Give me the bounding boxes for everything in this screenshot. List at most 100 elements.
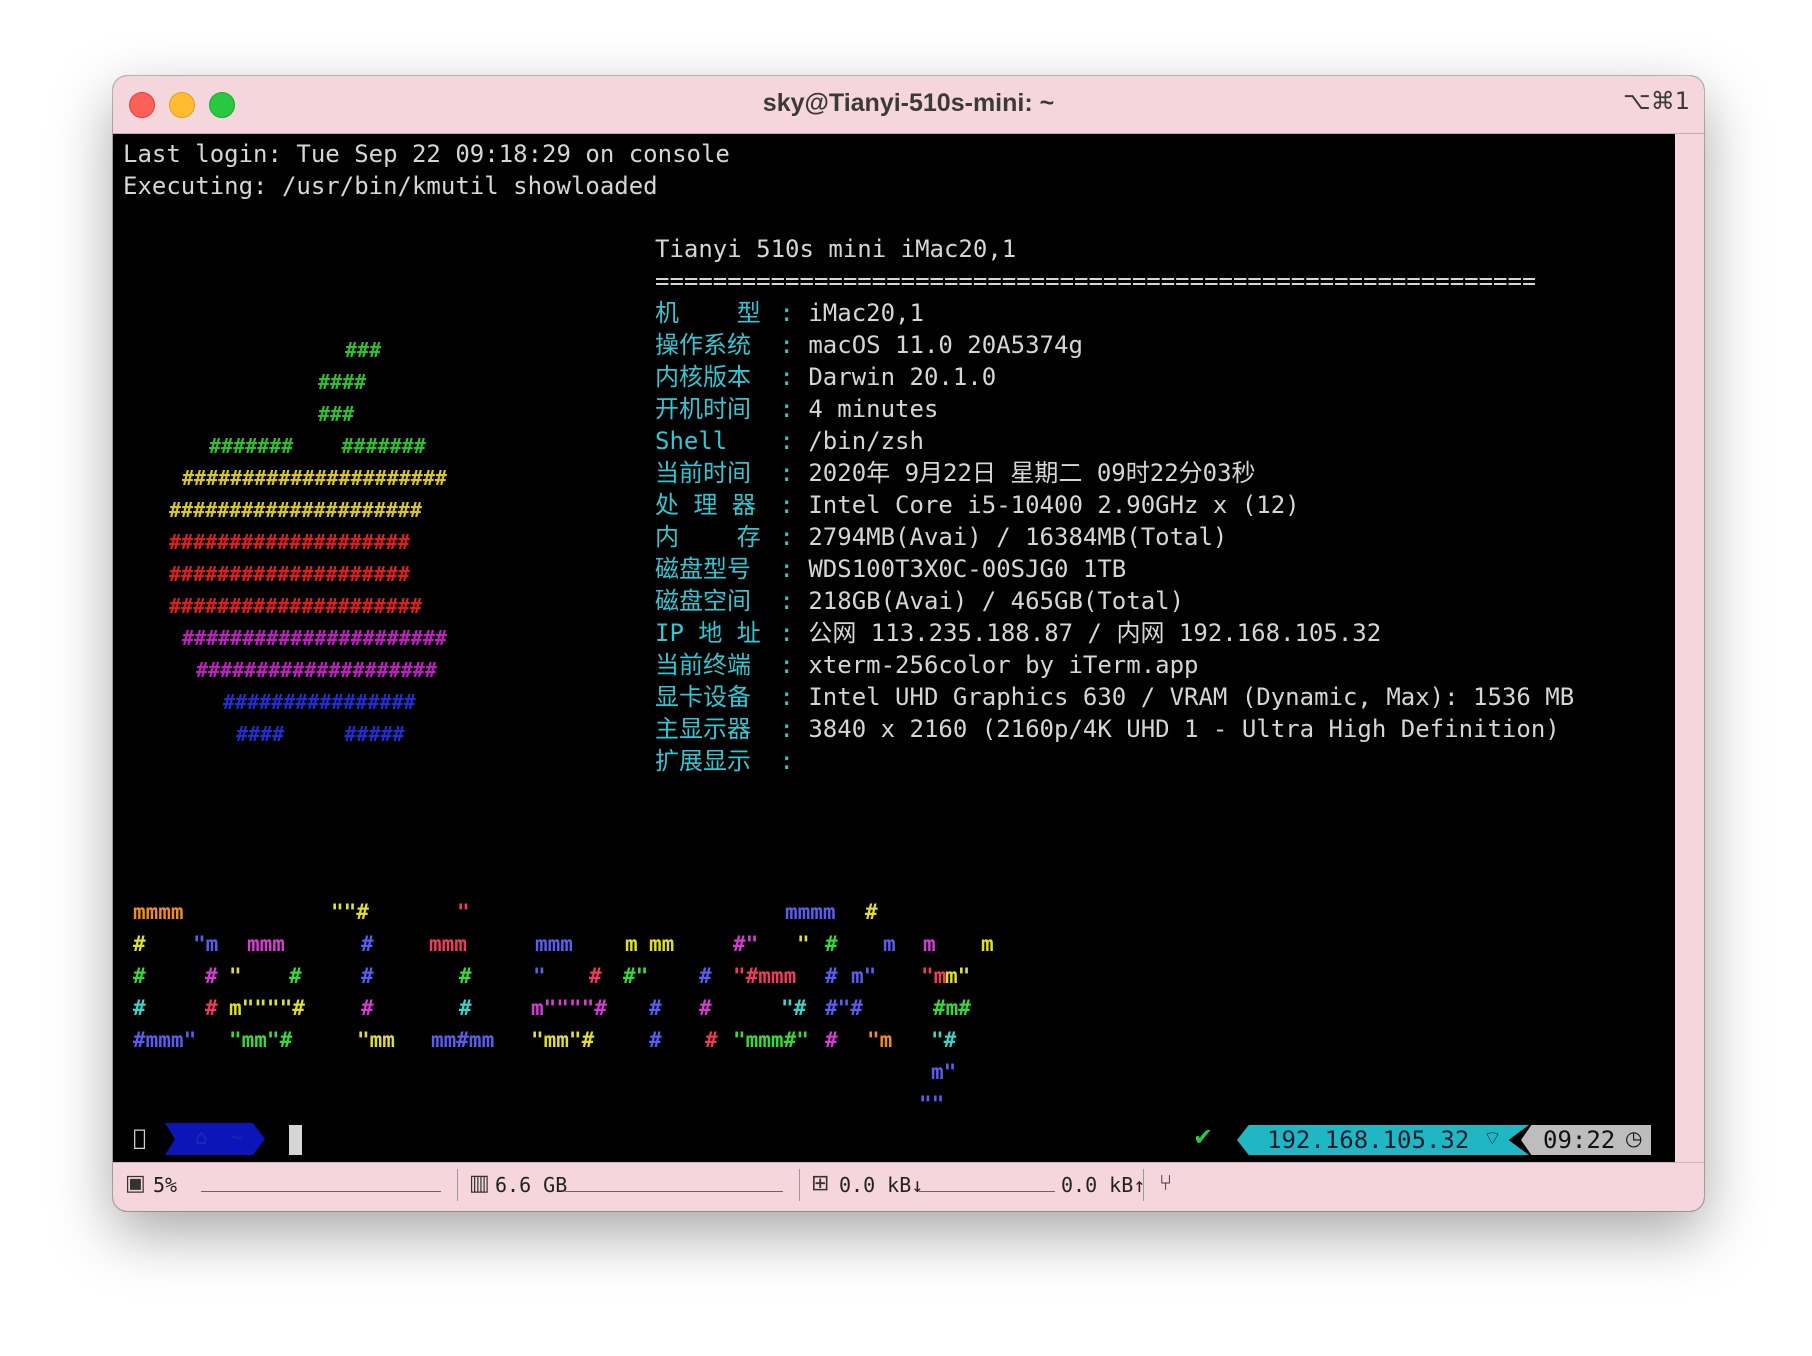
- banner-glyph: m": [945, 964, 971, 988]
- apple-logo-row: #### #####: [236, 722, 405, 746]
- banner-glyph: #: [361, 964, 374, 988]
- banner-glyph: #: [825, 932, 838, 956]
- banner-glyph: m: [923, 932, 936, 956]
- scrollbar[interactable]: [1675, 134, 1704, 1170]
- banner-glyph: #: [865, 900, 878, 924]
- net-down: 0.0 kB↓: [839, 1173, 924, 1197]
- sysinfo-value: 公网 113.235.188.87 / 内网 192.168.105.32: [793, 619, 1382, 647]
- text-cursor[interactable]: [289, 1125, 302, 1155]
- banner-glyph: "#: [931, 1028, 957, 1052]
- sysinfo-key: 机 型: [655, 299, 761, 327]
- banner-glyph: "mmm#": [733, 1028, 809, 1052]
- sysinfo-value: /bin/zsh: [793, 427, 924, 455]
- sysinfo-separator: :: [779, 651, 794, 679]
- house-icon: ⌂: [195, 1125, 208, 1149]
- banner-glyph: ""#: [331, 900, 369, 924]
- sysinfo-row: 磁盘型号 : WDS100T3X0C-00SJG0 1TB: [655, 553, 1574, 585]
- banner-glyph: #: [649, 996, 662, 1020]
- sysinfo-key: 当前终端: [655, 651, 751, 679]
- sysinfo-row: 扩展显示 :: [655, 745, 1574, 777]
- banner-glyph: "m: [921, 964, 947, 988]
- banner-glyph: #: [825, 964, 838, 988]
- banner-glyph: #: [705, 1028, 718, 1052]
- sysinfo-key: 显卡设备: [655, 683, 751, 711]
- terminal-line-executing: Executing: /usr/bin/kmutil showloaded: [123, 172, 658, 200]
- banner-glyph: #: [205, 964, 218, 988]
- checkmark-icon: ✔: [1193, 1123, 1214, 1151]
- sysinfo-value: macOS 11.0 20A5374g: [793, 331, 1083, 359]
- sysinfo-key: 磁盘空间: [655, 587, 751, 615]
- banner-glyph: "m: [193, 932, 219, 956]
- window-title: sky@Tianyi-510s-mini: ~: [762, 89, 1055, 117]
- sysinfo-value: 3840 x 2160 (2160p/4K UHD 1 - Ultra High…: [793, 715, 1560, 743]
- sysinfo-key: 扩展显示: [655, 747, 751, 775]
- sysinfo-value: [794, 747, 808, 775]
- sysinfo-value: 2020年 9月22日 星期二 09时22分03秒: [793, 459, 1256, 487]
- sysinfo-value: Darwin 20.1.0: [793, 363, 997, 391]
- banner-glyph: "#: [781, 996, 807, 1020]
- banner-glyph: mm: [649, 932, 675, 956]
- banner-glyph: m""""#: [531, 996, 607, 1020]
- cpu-usage: 5%: [153, 1173, 178, 1197]
- sysinfo-separator: :: [779, 459, 794, 487]
- sysinfo-key: IP 地 址: [655, 619, 761, 647]
- sysinfo-row: 显卡设备 : Intel UHD Graphics 630 / VRAM (Dy…: [655, 681, 1574, 713]
- banner-glyph: "mm: [357, 1028, 395, 1052]
- sysinfo-row: IP 地 址 : 公网 113.235.188.87 / 内网 192.168.…: [655, 617, 1574, 649]
- banner-glyph: #: [649, 1028, 662, 1052]
- sysinfo-row: 磁盘空间 : 218GB(Avai) / 465GB(Total): [655, 585, 1574, 617]
- banner-glyph: #: [699, 964, 712, 988]
- prompt-time: 09:22: [1543, 1126, 1616, 1154]
- sysinfo-row: 主显示器 : 3840 x 2160 (2160p/4K UHD 1 - Ult…: [655, 713, 1574, 745]
- prompt-ip: 192.168.105.32: [1267, 1126, 1470, 1154]
- sysinfo-separator: :: [779, 619, 794, 647]
- banner-glyph: m: [625, 932, 638, 956]
- apple-logo-row: ####################: [169, 530, 410, 554]
- banner-glyph: ": [533, 964, 546, 988]
- sysinfo-key: Shell: [655, 427, 728, 455]
- banner-glyph: "mm"#: [229, 1028, 293, 1052]
- banner-glyph: #: [699, 996, 712, 1020]
- banner-glyph: mmm: [535, 932, 573, 956]
- sysinfo-value: 2794MB(Avai) / 16384MB(Total): [793, 523, 1228, 551]
- shell-prompt[interactable]:  ⌂ ~ ✔ 192.168.105.32 ⌔ 09:22 ◷: [113, 1123, 1675, 1155]
- sysinfo-row: 机 型 : iMac20,1: [655, 297, 1574, 329]
- banner-glyph: #: [459, 964, 472, 988]
- sysinfo-separator: :: [779, 587, 794, 615]
- prompt-dir-segment: ⌂ ~: [165, 1123, 265, 1155]
- separator: [799, 1169, 800, 1201]
- sysinfo-separator: :: [779, 427, 794, 455]
- sysinfo-row: 当前终端 : xterm-256color by iTerm.app: [655, 649, 1574, 681]
- banner-glyph: mmmm: [133, 900, 184, 924]
- banner-glyph: mmmm: [785, 900, 836, 924]
- banner-glyph: #: [205, 996, 218, 1020]
- banner-glyph: ": [229, 964, 242, 988]
- network-sparkline: [919, 1181, 1055, 1192]
- sysinfo-separator: :: [779, 715, 794, 743]
- banner-glyph: m""""#: [229, 996, 305, 1020]
- network-icon: ⊞: [811, 1171, 830, 1196]
- sysinfo-value: xterm-256color by iTerm.app: [793, 651, 1199, 679]
- banner-glyph: #": [623, 964, 649, 988]
- sysinfo-separator: :: [779, 363, 794, 391]
- apple-icon: : [133, 1126, 146, 1151]
- banner-glyph: ": [457, 900, 470, 924]
- apple-logo-row: ####### #######: [209, 434, 426, 458]
- title-bar: sky@Tianyi-510s-mini: ~ ⌥⌘1: [113, 76, 1704, 134]
- sysinfo-key: 处 理 器: [655, 491, 756, 519]
- apple-logo-row: ################: [223, 690, 416, 714]
- sysinfo-key: 开机时间: [655, 395, 751, 423]
- sysinfo-header: Tianyi 510s mini iMac20,1: [655, 235, 1017, 263]
- sysinfo-separator: :: [779, 299, 794, 327]
- banner-glyph: #": [733, 932, 759, 956]
- sysinfo-row: 内 存 : 2794MB(Avai) / 16384MB(Total): [655, 521, 1574, 553]
- git-branch-icon: ⑂: [1159, 1171, 1173, 1196]
- apple-logo-row: #####################: [169, 498, 422, 522]
- memory-sparkline: [565, 1181, 783, 1192]
- banner-glyph: m: [981, 932, 994, 956]
- sysinfo-value: 218GB(Avai) / 465GB(Total): [793, 587, 1185, 615]
- prompt-time-segment: 09:22 ◷: [1521, 1125, 1651, 1155]
- prompt-dir: ~: [231, 1125, 244, 1149]
- sysinfo-row: 处 理 器 : Intel Core i5-10400 2.90GHz x (1…: [655, 489, 1574, 521]
- apple-logo-row: ####################: [169, 562, 410, 586]
